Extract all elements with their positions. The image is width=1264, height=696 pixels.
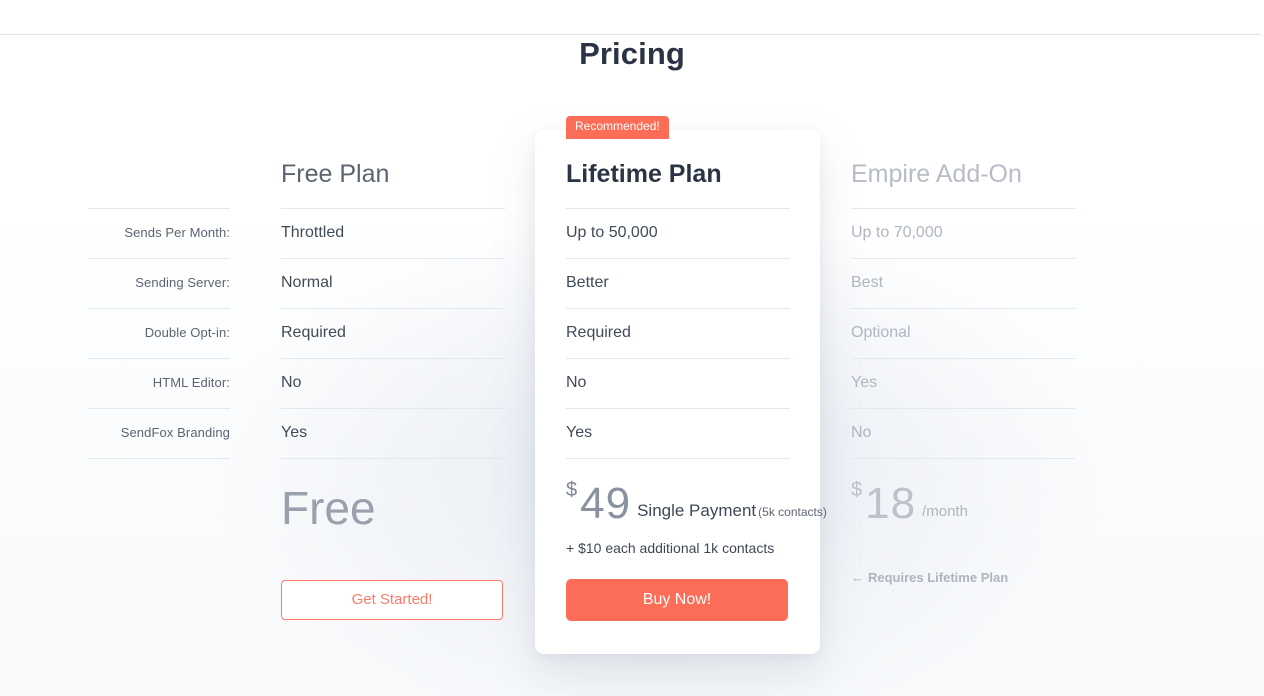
price-line-empire: $18/month — [851, 480, 1008, 526]
plan-feature-rows-lifetime: Up to 50,000 Better Required No Yes — [566, 208, 790, 459]
plan-column-free: Free Plan Throttled Normal Required No Y… — [281, 140, 505, 459]
plan-name-lifetime: Lifetime Plan — [566, 160, 722, 188]
plan-empire-sending-server: Best — [851, 258, 1075, 308]
plan-empire-html-editor: Yes — [851, 358, 1075, 408]
currency-symbol-empire: $ — [851, 479, 863, 501]
price-amount-lifetime: 49 — [580, 479, 632, 528]
feature-label-sends-per-month: Sends Per Month: — [88, 208, 230, 258]
pricing-page: Pricing Recommended! Sends Per Month: Se… — [0, 0, 1264, 696]
plan-lifetime-sending-server: Better — [566, 258, 790, 308]
price-sub-note-lifetime: + $10 each additional 1k contacts — [566, 540, 775, 556]
price-period-lifetime: Single Payment — [637, 501, 757, 520]
feature-column-header — [88, 140, 230, 208]
price-period-note-lifetime: (5k contacts) — [758, 505, 827, 519]
requires-lifetime-note: ← Requires Lifetime Plan — [851, 570, 1008, 585]
price-free: Free — [281, 482, 376, 534]
feature-label-html-editor: HTML Editor: — [88, 358, 230, 408]
plan-empire-sendfox-branding: No — [851, 408, 1075, 459]
feature-label-rows: Sends Per Month: Sending Server: Double … — [88, 208, 230, 459]
plan-name-empire: Empire Add-On — [851, 160, 1022, 188]
currency-symbol-lifetime: $ — [566, 479, 578, 501]
plan-feature-rows-free: Throttled Normal Required No Yes — [281, 208, 505, 459]
plan-lifetime-double-opt-in: Required — [566, 308, 790, 358]
price-line-lifetime: $49 Single Payment (5k contacts) — [566, 480, 827, 526]
plan-column-empire: Empire Add-On Up to 70,000 Best Optional… — [851, 140, 1075, 459]
plan-free-sendfox-branding: Yes — [281, 408, 505, 459]
plan-name-free: Free Plan — [281, 160, 390, 188]
plan-lifetime-sendfox-branding: Yes — [566, 408, 790, 459]
arrow-left-icon: ← — [851, 570, 864, 585]
top-divider — [0, 34, 1261, 35]
plan-lifetime-sends-per-month: Up to 50,000 — [566, 208, 790, 258]
feature-label-column: Sends Per Month: Sending Server: Double … — [88, 140, 230, 459]
feature-label-sendfox-branding: SendFox Branding — [88, 408, 230, 459]
plan-free-html-editor: No — [281, 358, 505, 408]
plan-lifetime-html-editor: No — [566, 358, 790, 408]
price-block-lifetime: $49 Single Payment (5k contacts) + $10 eac… — [566, 480, 827, 556]
price-amount-empire: 18 — [865, 479, 917, 528]
plan-empire-double-opt-in: Optional — [851, 308, 1075, 358]
plan-free-sending-server: Normal — [281, 258, 505, 308]
buy-now-button[interactable]: Buy Now! — [566, 579, 788, 621]
plan-feature-rows-empire: Up to 70,000 Best Optional Yes No — [851, 208, 1075, 459]
requires-lifetime-label: Requires Lifetime Plan — [868, 570, 1009, 585]
plan-free-double-opt-in: Required — [281, 308, 505, 358]
plan-empire-sends-per-month: Up to 70,000 — [851, 208, 1075, 258]
pricing-table: Sends Per Month: Sending Server: Double … — [0, 140, 1264, 660]
price-block-empire: $18/month ← Requires Lifetime Plan — [851, 480, 1008, 585]
get-started-button[interactable]: Get Started! — [281, 580, 503, 620]
feature-label-double-opt-in: Double Opt-in: — [88, 308, 230, 358]
page-title: Pricing — [579, 36, 685, 71]
plan-free-sends-per-month: Throttled — [281, 208, 505, 258]
feature-label-sending-server: Sending Server: — [88, 258, 230, 308]
recommended-badge: Recommended! — [566, 116, 669, 139]
price-period-empire: /month — [922, 503, 968, 520]
plan-column-lifetime: Lifetime Plan Up to 50,000 Better Requir… — [566, 140, 790, 459]
price-block-free: Free — [281, 480, 376, 536]
